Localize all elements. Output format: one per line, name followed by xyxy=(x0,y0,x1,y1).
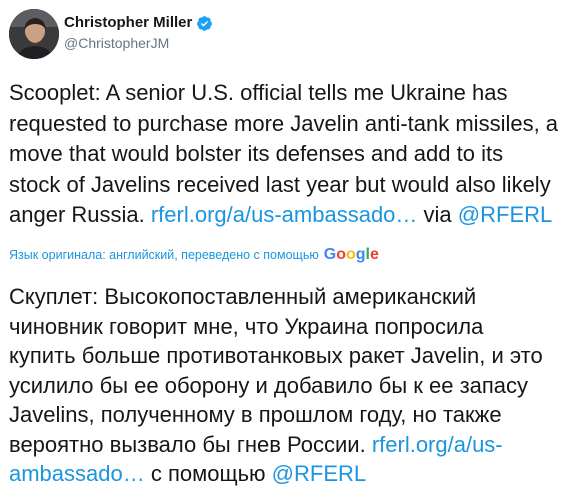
tweet-line: move that would bolster its defenses and… xyxy=(9,141,504,166)
tweet-line: Scooplet: A senior U.S. official tells m… xyxy=(9,80,508,105)
google-logo: Google xyxy=(323,246,379,263)
translated-segment: вероятно вызвало бы гнев России. xyxy=(9,431,372,457)
translated-line: усилило бы ее оборону и добавило бы к ее… xyxy=(9,372,529,398)
translated-line: Javelins, полученному в прошлом году, но… xyxy=(9,402,502,427)
translation-attribution[interactable]: Язык оригинала: английский, переведено с… xyxy=(9,247,379,263)
tweet-text-segment: anger Russia. xyxy=(9,202,151,227)
translated-line-last: ambassado… с помощью @RFERL xyxy=(9,459,584,489)
avatar[interactable] xyxy=(9,9,59,59)
translation-label[interactable]: Язык оригинала: английский, переведено с… xyxy=(9,248,319,262)
tweet-line-last: anger Russia. rferl.org/a/us-ambassado… … xyxy=(9,200,579,231)
via-text: via xyxy=(417,202,458,227)
article-link[interactable]: rferl.org/a/us-ambassado… xyxy=(151,202,418,227)
display-name-text[interactable]: Christopher Miller xyxy=(64,13,192,33)
tweet-line: requested to purchase more Javelin anti-… xyxy=(9,110,559,136)
translated-via-text: с помощью xyxy=(144,461,272,486)
translated-text: Скуплет: Высокопоставленный американский… xyxy=(9,282,584,489)
tweet-line: stock of Javelins received last year but… xyxy=(9,171,551,197)
translated-line: вероятно вызвало бы гнев России. rferl.o… xyxy=(9,430,584,460)
mention-link[interactable]: @RFERL xyxy=(458,202,552,227)
translated-line: купить больше противотанковых ракет Jave… xyxy=(9,343,543,368)
author-display-name[interactable]: Christopher Miller xyxy=(64,13,213,33)
translated-mention-link[interactable]: @RFERL xyxy=(272,461,366,486)
tweet-header: Christopher Miller @ChristopherJM xyxy=(9,9,587,61)
translated-article-link-cont[interactable]: ambassado… xyxy=(9,461,145,486)
tweet-text: Scooplet: A senior U.S. official tells m… xyxy=(9,78,579,231)
translated-line: Скуплет: Высокопоставленный американский xyxy=(9,284,477,309)
translated-line: чиновник говорит мне, что Украина попрос… xyxy=(9,313,484,339)
author-handle[interactable]: @ChristopherJM xyxy=(64,34,213,52)
verified-badge-icon xyxy=(196,15,213,32)
translated-article-link[interactable]: rferl.org/a/us- xyxy=(372,432,503,457)
